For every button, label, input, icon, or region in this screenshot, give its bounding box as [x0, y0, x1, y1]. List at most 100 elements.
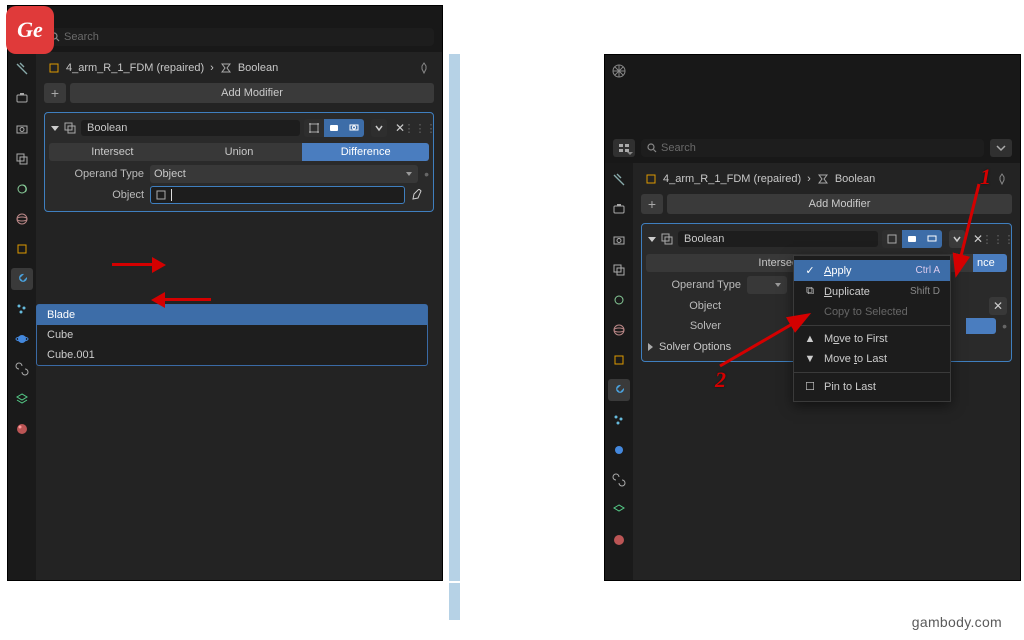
checkbox-icon: ☐: [804, 380, 816, 393]
operand-type-dropdown[interactable]: [747, 276, 787, 294]
search-input[interactable]: Search: [44, 28, 434, 46]
property-tab-strip: [605, 163, 633, 580]
breadcrumb-object[interactable]: 4_arm_R_1_FDM (repaired): [66, 62, 204, 74]
boolean-icon: [63, 121, 77, 135]
breadcrumb-object[interactable]: 4_arm_R_1_FDM (repaired): [663, 173, 801, 185]
ctx-duplicate[interactable]: ⧉Duplicate Shift D: [794, 281, 950, 302]
breadcrumb-modifier[interactable]: Boolean: [835, 173, 875, 185]
annotation-arrow: [714, 312, 814, 372]
add-modifier-quick[interactable]: +: [641, 194, 663, 214]
pin-icon[interactable]: [418, 62, 430, 74]
gambody-logo: Ge: [6, 6, 54, 54]
operand-type-dropdown[interactable]: Object: [150, 165, 418, 183]
object-icon: [48, 62, 60, 74]
collapse-toggle[interactable]: [648, 237, 656, 242]
tab-object[interactable]: [608, 349, 630, 371]
tab-output[interactable]: [11, 118, 33, 140]
tab-scene[interactable]: [608, 289, 630, 311]
tab-material[interactable]: [11, 418, 33, 440]
annotation-marker-2: 2: [715, 367, 726, 393]
magnify-icon: [647, 143, 657, 153]
mod-drag-handle[interactable]: ⋮⋮⋮: [991, 233, 1005, 246]
tab-particles[interactable]: [608, 409, 630, 431]
annotation-arrow: [165, 298, 211, 301]
solver-value[interactable]: [966, 318, 996, 334]
tab-world[interactable]: [11, 208, 33, 230]
tab-data[interactable]: [11, 388, 33, 410]
properties-header: Search: [605, 55, 1020, 163]
mod-toggle-editmode[interactable]: [882, 230, 902, 248]
ctx-apply[interactable]: ✓Apply Ctrl A: [794, 260, 950, 281]
tab-constraints[interactable]: [608, 469, 630, 491]
object-field[interactable]: [150, 186, 405, 204]
property-tab-strip: [8, 52, 36, 580]
mod-toggle-realtime[interactable]: [902, 230, 922, 248]
modifier-name-input[interactable]: Boolean: [678, 231, 878, 247]
ctx-move-last[interactable]: ▼Move to Last: [794, 349, 950, 369]
mesh-icon: [155, 189, 167, 201]
boolean-icon: [660, 232, 674, 246]
tab-particles[interactable]: [11, 298, 33, 320]
modifier-icon: [220, 62, 232, 74]
ctx-move-first[interactable]: ▲Move to First: [794, 329, 950, 349]
op-union[interactable]: Union: [176, 143, 303, 161]
add-modifier-button[interactable]: Add Modifier: [70, 83, 434, 103]
add-modifier-quick[interactable]: +: [44, 83, 66, 103]
tab-tool[interactable]: [608, 169, 630, 191]
op-difference[interactable]: Difference: [302, 143, 429, 161]
tab-physics[interactable]: [608, 439, 630, 461]
tab-material[interactable]: [608, 529, 630, 551]
breadcrumb-modifier[interactable]: Boolean: [238, 62, 278, 74]
mod-extras-dropdown[interactable]: [371, 119, 387, 137]
operand-type-label: Operand Type: [646, 279, 741, 291]
tab-modifiers[interactable]: [11, 268, 33, 290]
tab-physics[interactable]: [11, 328, 33, 350]
tab-world[interactable]: [608, 319, 630, 341]
ctx-pin-last[interactable]: ☐Pin to Last: [794, 376, 950, 397]
tab-viewlayer[interactable]: [11, 148, 33, 170]
search-placeholder: Search: [64, 31, 99, 43]
properties-content: 4_arm_R_1_FDM (repaired) › Boolean + Add…: [36, 52, 442, 580]
mod-toggle-realtime[interactable]: [324, 119, 344, 137]
annotation-arrow: [112, 263, 152, 266]
overlays-icon[interactable]: [611, 63, 627, 79]
tab-object[interactable]: [11, 238, 33, 260]
animate-prop-icon[interactable]: •: [424, 166, 429, 182]
tab-tool[interactable]: [11, 58, 33, 80]
op-intersect[interactable]: Intersect: [49, 143, 176, 161]
mod-toggle-render[interactable]: [344, 119, 364, 137]
eyedropper-icon[interactable]: [411, 189, 429, 201]
operand-type-label: Operand Type: [49, 168, 144, 180]
blender-properties-left: Search 4_arm_R_1_FDM (repaired) ›: [7, 5, 443, 581]
object-picker-popup: Blade Cube Cube.001: [36, 304, 428, 366]
modifier-context-menu: ✓Apply Ctrl A ⧉Duplicate Shift D Copy to…: [793, 255, 951, 402]
tab-constraints[interactable]: [11, 358, 33, 380]
tab-output[interactable]: [608, 229, 630, 251]
clear-object[interactable]: ✕: [989, 297, 1007, 315]
object-option-blade[interactable]: Blade: [37, 305, 427, 325]
mod-toggle-editmode[interactable]: [304, 119, 324, 137]
modifier-name-input[interactable]: Boolean: [81, 120, 300, 136]
tab-modifiers[interactable]: [608, 379, 630, 401]
modifier-boolean-panel: Boolean ✕ ⋮⋮⋮ Intersect Union Difference: [44, 112, 434, 212]
pin-icon[interactable]: [996, 173, 1008, 185]
object-option-cube001[interactable]: Cube.001: [37, 345, 427, 365]
collapse-toggle[interactable]: [51, 126, 59, 131]
tab-data[interactable]: [608, 499, 630, 521]
object-option-cube[interactable]: Cube: [37, 325, 427, 345]
mod-toggle-render[interactable]: [922, 230, 942, 248]
solver-label: Solver: [646, 320, 721, 332]
tab-scene[interactable]: [11, 178, 33, 200]
tab-viewlayer[interactable]: [608, 259, 630, 281]
options-dropdown[interactable]: [990, 139, 1012, 157]
object-icon: [645, 173, 657, 185]
object-label: Object: [49, 189, 144, 201]
mod-drag-handle[interactable]: ⋮⋮⋮: [413, 122, 427, 135]
object-label: Object: [646, 300, 721, 312]
chevron-right-icon: [648, 343, 653, 351]
tab-render[interactable]: [608, 199, 630, 221]
search-input[interactable]: Search: [641, 139, 984, 157]
tab-render[interactable]: [11, 88, 33, 110]
editor-type-dropdown[interactable]: [613, 139, 635, 157]
boolean-operation-segmented[interactable]: Intersect Union Difference: [49, 143, 429, 161]
